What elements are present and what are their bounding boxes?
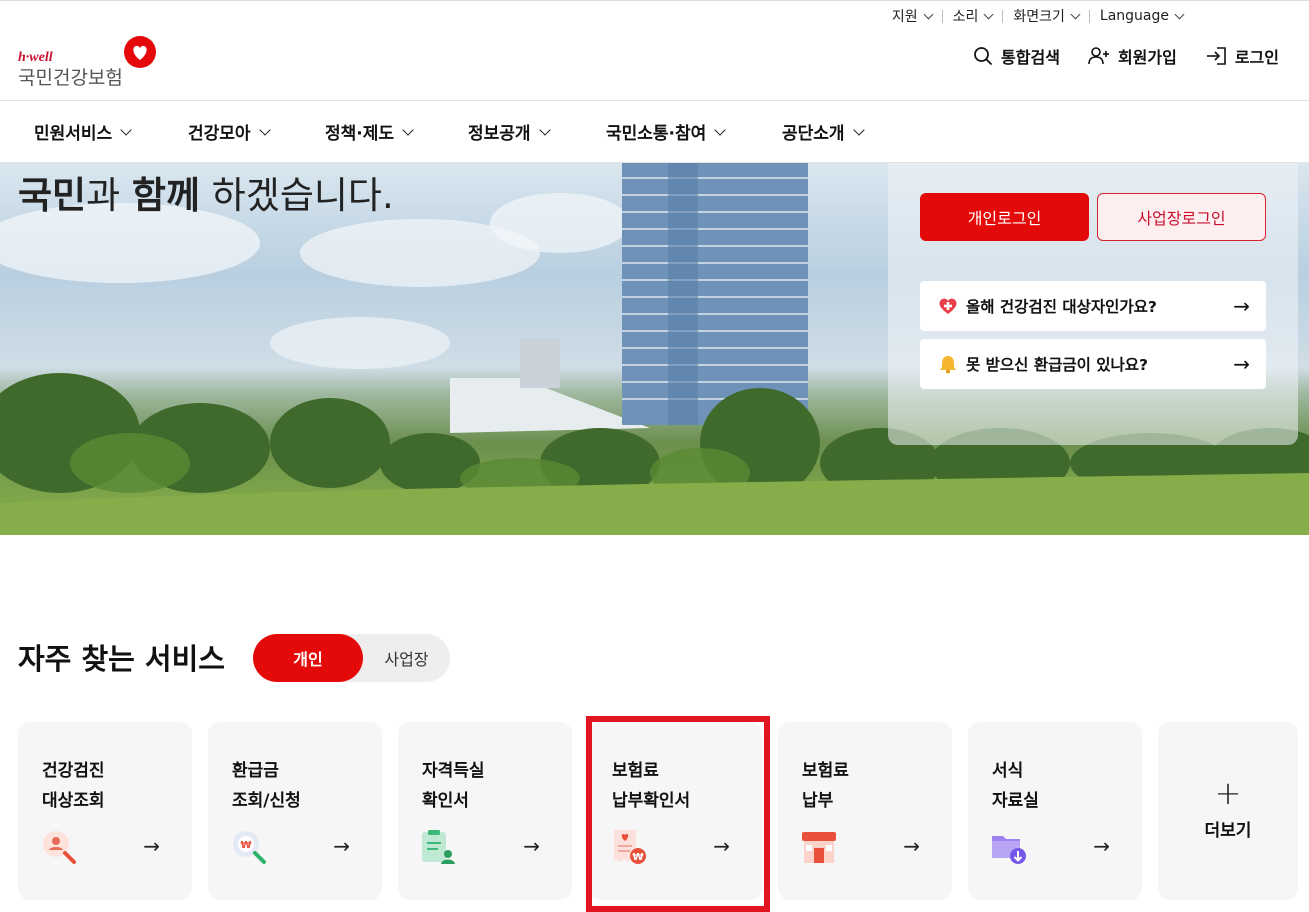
utility-language[interactable]: Language xyxy=(1090,8,1193,24)
search-person-icon xyxy=(43,831,76,864)
header-actions: 통합검색 회원가입 로그인 xyxy=(973,44,1279,68)
nav-communication[interactable]: 국민소통·참여 xyxy=(606,119,726,144)
toggle-business[interactable]: 사업장 xyxy=(363,634,450,682)
service-card-checkup[interactable]: 건강검진 대상조회 → xyxy=(18,722,192,900)
arrow-right-icon: → xyxy=(523,834,540,858)
logo-heart-icon xyxy=(124,36,156,68)
refund-quick-link[interactable]: 못 받으신 환급금이 있나요? → xyxy=(920,339,1266,389)
chevron-down-icon xyxy=(1174,9,1185,19)
svg-text:₩: ₩ xyxy=(240,840,251,851)
logo-name: 국민건강보험 xyxy=(18,67,123,89)
section-title: 자주 찾는 서비스 xyxy=(18,642,225,676)
utility-sound[interactable]: 소리 xyxy=(943,6,1003,26)
store-icon xyxy=(802,832,836,863)
main-navigation: 민원서비스 건강모아 정책·제도 정보공개 국민소통·참여 공단소개 xyxy=(0,100,1309,163)
plus-icon: + xyxy=(1214,774,1242,812)
arrow-right-icon: → xyxy=(1233,294,1250,318)
chevron-down-icon xyxy=(538,123,551,136)
hero-slogan: 국민과 함께 하겠습니다. xyxy=(18,174,394,217)
arrow-right-icon: → xyxy=(1233,352,1250,376)
heart-plus-icon xyxy=(938,297,958,315)
chevron-down-icon xyxy=(258,123,271,136)
hero-banner: 국민과 함께 하겠습니다. 개인로그인 사업장로그인 올해 건강검진 대상자인가… xyxy=(0,163,1309,535)
service-more-button[interactable]: + 더보기 xyxy=(1158,722,1298,900)
login-button[interactable]: 로그인 xyxy=(1205,44,1279,68)
search-button[interactable]: 통합검색 xyxy=(973,44,1060,68)
search-icon xyxy=(974,47,993,66)
login-icon xyxy=(1206,47,1226,65)
signup-button[interactable]: 회원가입 xyxy=(1088,44,1177,68)
site-logo[interactable]: h·well 국민건강보험 xyxy=(18,36,168,89)
nav-civil-service[interactable]: 민원서비스 xyxy=(34,119,132,144)
service-card-forms[interactable]: 서식 자료실 → xyxy=(968,722,1142,900)
arrow-right-icon: → xyxy=(333,834,350,858)
service-card-qualification[interactable]: 자격득실 확인서 → xyxy=(398,722,572,900)
service-type-toggle: 개인 사업장 xyxy=(253,634,450,682)
chevron-down-icon xyxy=(714,123,726,136)
won-search-icon: ₩ xyxy=(233,831,266,864)
nav-about[interactable]: 공단소개 xyxy=(782,119,865,144)
chevron-down-icon xyxy=(923,9,934,19)
nav-disclosure[interactable]: 정보공개 xyxy=(468,119,551,144)
bell-icon xyxy=(938,354,958,374)
nav-health-moa[interactable]: 건강모아 xyxy=(188,119,271,144)
chevron-down-icon xyxy=(983,9,994,19)
arrow-right-icon: → xyxy=(1093,834,1110,858)
login-panel: 개인로그인 사업장로그인 올해 건강검진 대상자인가요? → 못 받으신 환급금… xyxy=(888,163,1298,445)
service-card-payment[interactable]: 보험료 납부 → xyxy=(778,722,952,900)
health-checkup-quick-link[interactable]: 올해 건강검진 대상자인가요? → xyxy=(920,281,1266,331)
top-border xyxy=(0,0,1309,1)
personal-login-button[interactable]: 개인로그인 xyxy=(920,193,1089,241)
utility-nav: 지원 소리 화면크기 Language xyxy=(882,6,1193,26)
folder-download-icon xyxy=(992,836,1026,864)
arrow-right-icon: → xyxy=(143,834,160,858)
utility-font-size[interactable]: 화면크기 xyxy=(1003,6,1089,26)
chevron-down-icon xyxy=(402,123,414,136)
highlight-box xyxy=(586,716,770,912)
business-login-button[interactable]: 사업장로그인 xyxy=(1097,193,1266,241)
arrow-right-icon: → xyxy=(903,834,920,858)
utility-support[interactable]: 지원 xyxy=(882,6,942,26)
service-card-refund[interactable]: 환급금 조회/신청 ₩ → xyxy=(208,722,382,900)
chevron-down-icon xyxy=(120,123,132,136)
clipboard-person-icon xyxy=(422,830,455,864)
chevron-down-icon xyxy=(1070,9,1081,19)
toggle-personal[interactable]: 개인 xyxy=(253,634,363,682)
nav-policy[interactable]: 정책·제도 xyxy=(325,119,414,144)
chevron-down-icon xyxy=(852,123,865,136)
add-user-icon xyxy=(1088,47,1109,65)
